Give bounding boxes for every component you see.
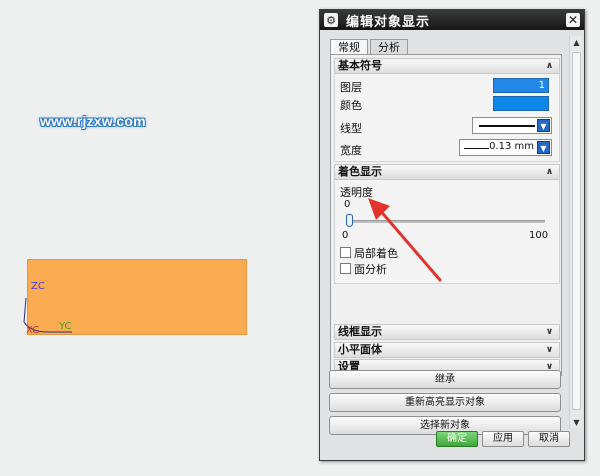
section-header-basic-symbols[interactable]: 基本符号 ∧ <box>334 58 560 74</box>
inherit-button[interactable]: 继承 <box>329 370 561 389</box>
solid-line-sample <box>479 125 535 127</box>
section-title-facets: 小平面体 <box>338 343 382 356</box>
section-header-facets[interactable]: 小平面体 ∨ <box>334 342 560 358</box>
cancel-button[interactable]: 取消 <box>528 431 570 447</box>
apply-button[interactable]: 应用 <box>482 431 524 447</box>
dialog-titlebar[interactable]: ⚙ 编辑对象显示 ✕ <box>320 10 584 30</box>
tab-strip: 常规 分析 <box>330 39 410 56</box>
chevron-down-icon[interactable]: ∨ <box>543 344 556 356</box>
scroll-up-icon[interactable]: ▲ <box>570 36 583 48</box>
width-line-sample <box>464 148 489 149</box>
rehighlight-objects-button[interactable]: 重新高亮显示对象 <box>329 393 561 412</box>
basic-symbols-body: 图层 1 颜色 线型 ▼ 宽度 0.13 mm ▼ <box>334 74 560 162</box>
transparency-value: 0 <box>344 199 351 210</box>
color-label: 颜色 <box>340 99 362 112</box>
watermark-text: www.rjzxw.com <box>40 113 146 129</box>
transparency-slider-thumb[interactable] <box>346 214 353 227</box>
chevron-up-icon[interactable]: ∧ <box>543 166 556 178</box>
scroll-thumb[interactable] <box>572 52 581 410</box>
close-button[interactable]: ✕ <box>566 13 580 27</box>
width-dropdown[interactable]: 0.13 mm ▼ <box>459 139 552 156</box>
dialog-scrollbar[interactable]: ▲ ▼ <box>569 36 582 428</box>
slider-min-label: 0 <box>342 230 349 241</box>
linetype-dropdown[interactable]: ▼ <box>472 117 552 134</box>
annotation-arrow-icon <box>368 198 442 282</box>
linetype-label: 线型 <box>340 122 362 135</box>
edit-object-display-dialog: ⚙ 编辑对象显示 ✕ ▲ ▼ 常规 分析 基本符号 ∧ 图层 1 颜色 线型 ▼… <box>319 9 585 461</box>
chevron-up-icon[interactable]: ∧ <box>543 60 556 72</box>
width-value: 0.13 mm <box>489 141 534 152</box>
section-title-shading: 着色显示 <box>338 165 382 178</box>
gear-icon[interactable]: ⚙ <box>324 13 338 27</box>
axis-label-x: XC <box>26 325 40 336</box>
tab-analysis[interactable]: 分析 <box>370 39 408 55</box>
section-title-wireframe: 线框显示 <box>338 325 382 338</box>
axis-label-y: YC <box>59 321 72 332</box>
section-title-basic-symbols: 基本符号 <box>338 59 382 72</box>
layer-input[interactable]: 1 <box>493 78 549 93</box>
chevron-down-icon[interactable]: ▼ <box>537 141 550 154</box>
section-header-wireframe[interactable]: 线框显示 ∨ <box>334 324 560 340</box>
ok-button[interactable]: 确定 <box>436 431 478 447</box>
local-shading-checkbox[interactable] <box>340 247 351 258</box>
slider-max-label: 100 <box>529 230 549 241</box>
width-label: 宽度 <box>340 144 362 157</box>
scroll-down-icon[interactable]: ▼ <box>570 416 583 428</box>
chevron-down-icon[interactable]: ▼ <box>537 119 550 132</box>
color-swatch-button[interactable] <box>493 96 549 111</box>
dialog-title: 编辑对象显示 <box>346 14 431 30</box>
section-header-shading[interactable]: 着色显示 ∧ <box>334 164 560 180</box>
layer-label: 图层 <box>340 81 362 94</box>
chevron-down-icon[interactable]: ∨ <box>543 326 556 338</box>
axis-label-z: ZC <box>31 281 45 292</box>
face-analysis-checkbox[interactable] <box>340 263 351 274</box>
